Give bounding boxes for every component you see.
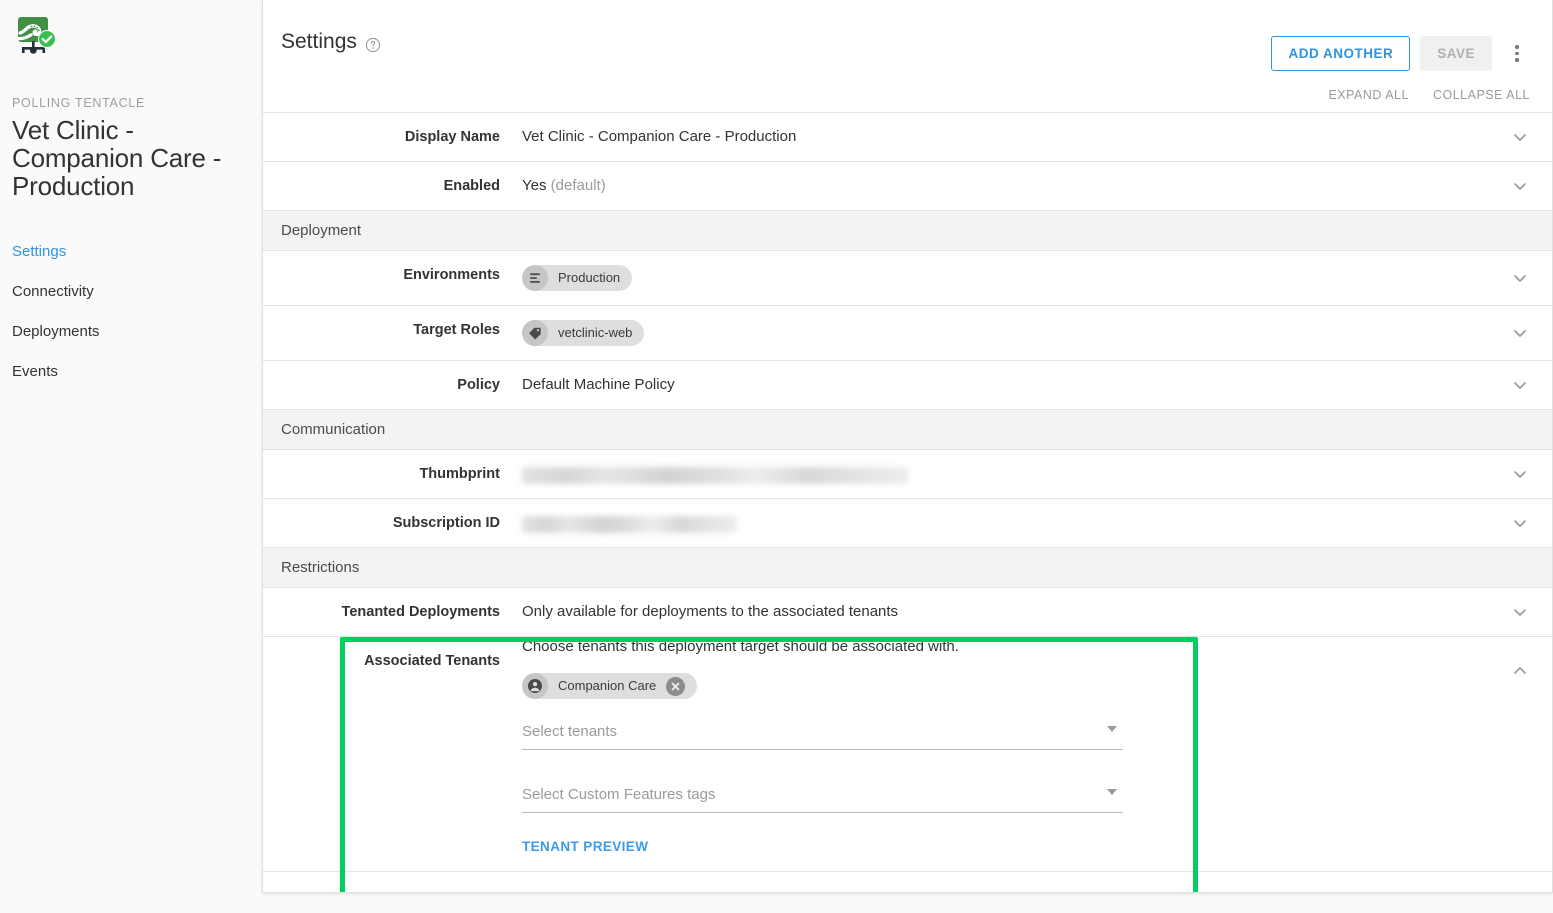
logo-wrap: [0, 0, 262, 58]
associated-tenants-wrap: Associated Tenants Choose tenants this d…: [263, 637, 1552, 872]
subscription-id-redacted-value: [522, 516, 737, 533]
chevron-down-icon[interactable]: [1510, 513, 1530, 533]
settings-card: Settings ADD ANOTHER SAVE: [262, 0, 1553, 893]
row-label-enabled: Enabled: [263, 162, 522, 210]
row-label-tenanted-deployments: Tenanted Deployments: [263, 588, 522, 636]
row-value-environments: Production: [522, 251, 1552, 305]
chevron-down-icon[interactable]: [1510, 127, 1530, 147]
row-environments[interactable]: Environments Production: [263, 251, 1552, 306]
row-label-subscription-id: Subscription ID: [263, 499, 522, 547]
row-associated-tenants[interactable]: Associated Tenants Choose tenants this d…: [263, 637, 1552, 872]
chevron-down-icon[interactable]: [1510, 176, 1530, 196]
user-circle-icon: [522, 673, 548, 699]
chevron-down-icon[interactable]: [1107, 789, 1117, 795]
section-header-restrictions: Restrictions: [263, 548, 1552, 588]
page-title: Vet Clinic - Companion Care - Production: [12, 116, 250, 200]
settings-rows: Display Name Vet Clinic - Companion Care…: [263, 112, 1552, 872]
select-tenants-placeholder: Select tenants: [522, 721, 1123, 743]
row-label-associated-tenants: Associated Tenants: [263, 637, 522, 871]
chevron-down-icon[interactable]: [1510, 268, 1530, 288]
row-display-name[interactable]: Display Name Vet Clinic - Companion Care…: [263, 113, 1552, 162]
chip-tenant-companion-care[interactable]: Companion Care: [522, 673, 697, 699]
chip-target-role[interactable]: vetclinic-web: [522, 320, 644, 346]
chevron-down-icon[interactable]: [1107, 726, 1117, 732]
collapse-all-link[interactable]: COLLAPSE ALL: [1433, 88, 1530, 102]
row-value-tenanted-deployments: Only available for deployments to the as…: [522, 588, 1552, 636]
row-policy[interactable]: Policy Default Machine Policy: [263, 361, 1552, 410]
tag-icon: [522, 320, 548, 346]
help-circle-icon[interactable]: [365, 35, 381, 51]
section-header-deployment: Deployment: [263, 211, 1552, 251]
expand-all-link[interactable]: EXPAND ALL: [1328, 88, 1409, 102]
row-label-display-name: Display Name: [263, 113, 522, 161]
octopus-tentacle-health-icon: [14, 14, 58, 58]
card-title-group: Settings: [281, 30, 381, 54]
section-header-communication: Communication: [263, 410, 1552, 450]
enabled-value: Yes: [522, 177, 546, 194]
thumbprint-redacted-value: [522, 467, 908, 484]
row-tenanted-deployments[interactable]: Tenanted Deployments Only available for …: [263, 588, 1552, 637]
sidebar-nav: Settings Connectivity Deployments Events: [0, 232, 262, 392]
row-thumbprint[interactable]: Thumbprint: [263, 450, 1552, 499]
row-value-policy: Default Machine Policy: [522, 361, 1552, 409]
associated-tenants-description: Choose tenants this deployment target sh…: [522, 637, 1552, 657]
chevron-down-icon[interactable]: [1510, 602, 1530, 622]
chip-target-role-label: vetclinic-web: [558, 323, 632, 343]
sidebar: POLLING TENTACLE Vet Clinic - Companion …: [0, 0, 262, 913]
main-content: Settings ADD ANOTHER SAVE: [262, 0, 1553, 913]
add-another-button[interactable]: ADD ANOTHER: [1271, 36, 1410, 71]
row-label-thumbprint: Thumbprint: [263, 450, 522, 498]
save-button[interactable]: SAVE: [1420, 36, 1492, 71]
sidebar-item-events[interactable]: Events: [0, 352, 262, 392]
kebab-menu-icon[interactable]: [1504, 37, 1530, 71]
close-circle-icon[interactable]: [666, 677, 685, 696]
chevron-up-icon[interactable]: [1510, 661, 1530, 681]
row-value-target-roles: vetclinic-web: [522, 306, 1552, 360]
sidebar-item-connectivity[interactable]: Connectivity: [0, 272, 262, 312]
chip-tenant-label: Companion Care: [558, 676, 656, 696]
environment-list-icon: [522, 265, 548, 291]
sidebar-item-settings[interactable]: Settings: [0, 232, 262, 272]
header-actions: ADD ANOTHER SAVE: [1271, 36, 1530, 71]
chevron-down-icon[interactable]: [1510, 464, 1530, 484]
row-target-roles[interactable]: Target Roles vetclinic-web: [263, 306, 1552, 361]
row-value-enabled: Yes (default): [522, 162, 1552, 210]
chevron-down-icon[interactable]: [1510, 375, 1530, 395]
row-value-subscription-id: [522, 499, 1552, 547]
row-label-policy: Policy: [263, 361, 522, 409]
card-header: Settings ADD ANOTHER SAVE: [263, 0, 1552, 86]
row-label-environments: Environments: [263, 251, 522, 305]
select-tenants-field[interactable]: Select tenants: [522, 721, 1123, 750]
chip-environment-label: Production: [558, 268, 620, 288]
row-enabled[interactable]: Enabled Yes (default): [263, 162, 1552, 211]
chevron-down-icon[interactable]: [1510, 323, 1530, 343]
row-subscription-id[interactable]: Subscription ID: [263, 499, 1552, 548]
row-value-thumbprint: [522, 450, 1552, 498]
select-custom-features-tags-placeholder: Select Custom Features tags: [522, 784, 1123, 806]
chip-environment[interactable]: Production: [522, 265, 632, 291]
selected-tenants-list: Companion Care: [522, 673, 1552, 699]
row-label-target-roles: Target Roles: [263, 306, 522, 360]
app-root: POLLING TENTACLE Vet Clinic - Companion …: [0, 0, 1553, 913]
tenant-preview-link[interactable]: TENANT PREVIEW: [522, 837, 648, 871]
expand-collapse-bar: EXPAND ALL COLLAPSE ALL: [263, 82, 1552, 108]
card-title: Settings: [281, 30, 357, 54]
enabled-default-note: (default): [551, 177, 606, 194]
select-custom-features-tags-field[interactable]: Select Custom Features tags: [522, 784, 1123, 813]
row-value-associated-tenants: Choose tenants this deployment target sh…: [522, 637, 1552, 871]
sidebar-item-deployments[interactable]: Deployments: [0, 312, 262, 352]
sidebar-kicker: POLLING TENTACLE: [12, 96, 262, 110]
row-value-display-name: Vet Clinic - Companion Care - Production: [522, 113, 1552, 161]
